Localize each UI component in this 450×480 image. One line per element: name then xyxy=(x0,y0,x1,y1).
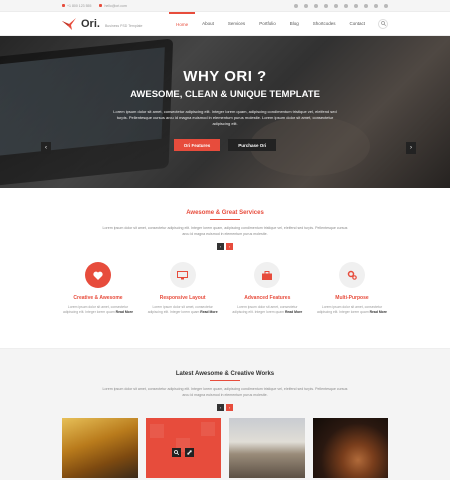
youtube-icon[interactable] xyxy=(374,3,378,8)
read-more-link[interactable]: Read More xyxy=(370,310,387,314)
email-address[interactable]: hello@ori.com xyxy=(104,4,126,8)
services-title: Awesome & Great Services xyxy=(186,210,264,216)
monitor-icon xyxy=(169,262,196,288)
feature-advanced: Advanced Features Lorem ipsum dolor sit … xyxy=(232,262,302,315)
hero-slider: WHY ORI ? AWESOME, CLEAN & UNIQUE TEMPLA… xyxy=(0,36,450,188)
mail-icon xyxy=(99,4,103,7)
feature-title: Multi-Purpose xyxy=(335,295,369,301)
services-text: Lorem ipsum dolor sit amet, consectetur … xyxy=(102,226,348,236)
feature-responsive: Responsive Layout Lorem ipsum dolor sit … xyxy=(148,262,218,315)
slider-prev-button[interactable]: ‹ xyxy=(41,142,51,154)
hero-content: WHY ORI ? AWESOME, CLEAN & UNIQUE TEMPLA… xyxy=(0,68,450,151)
feature-title: Advanced Features xyxy=(244,295,291,301)
logo[interactable]: Ori. Business PSD Template xyxy=(62,17,143,30)
works-pager: ‹ › xyxy=(0,404,450,411)
pattern-tile xyxy=(149,424,164,438)
read-more-link[interactable]: Read More xyxy=(116,310,133,314)
gears-icon xyxy=(338,262,365,288)
zoom-icon xyxy=(174,450,180,455)
brand-tagline: Business PSD Template xyxy=(104,23,143,28)
search-button[interactable] xyxy=(378,18,388,29)
rss-icon[interactable] xyxy=(384,3,388,8)
behance-icon[interactable] xyxy=(334,3,338,8)
portfolio-gallery xyxy=(0,418,450,478)
nav-home[interactable]: Home xyxy=(169,11,196,36)
ori-features-button[interactable]: Ori Features xyxy=(173,139,221,151)
portfolio-item-pier[interactable] xyxy=(229,418,305,478)
read-more-link[interactable]: Read More xyxy=(285,310,302,314)
works-section: Latest Awesome & Creative Works Lorem ip… xyxy=(0,348,450,480)
zoom-button[interactable] xyxy=(172,448,182,457)
contact-info: +1 800 123 555 hello@ori.com xyxy=(62,4,127,8)
main-header: Ori. Business PSD Template Home About Se… xyxy=(0,11,450,36)
origami-bird-icon xyxy=(62,17,76,30)
top-bar: +1 800 123 555 hello@ori.com xyxy=(0,0,450,12)
feature-text: Lorem ipsum dolor sit amet, consectetur … xyxy=(63,305,133,315)
works-text: Lorem ipsum dolor sit amet, consectetur … xyxy=(102,387,348,397)
services-section: Awesome & Great Services Lorem ipsum dol… xyxy=(0,188,450,348)
instagram-icon[interactable] xyxy=(364,3,368,8)
feature-text: Lorem ipsum dolor sit amet, consectetur … xyxy=(232,305,302,315)
email-item[interactable]: hello@ori.com xyxy=(99,4,127,8)
works-prev-button[interactable]: ‹ xyxy=(217,404,224,411)
works-next-button[interactable]: › xyxy=(226,404,233,411)
social-links xyxy=(294,3,388,8)
feature-creative: Creative & Awesome Lorem ipsum dolor sit… xyxy=(63,262,133,315)
service-features: Creative & Awesome Lorem ipsum dolor sit… xyxy=(0,262,450,315)
hero-text: Lorem ipsum dolor sit amet, consectetur … xyxy=(113,109,337,126)
services-prev-button[interactable]: ‹ xyxy=(217,243,224,250)
phone-icon xyxy=(62,4,65,7)
search-icon xyxy=(380,21,386,26)
hero-title: WHY ORI ? xyxy=(183,68,267,85)
twitter-icon[interactable] xyxy=(304,3,308,8)
nav-about[interactable]: About xyxy=(195,12,221,36)
facebook-icon[interactable] xyxy=(294,3,298,8)
portfolio-hover-actions xyxy=(172,448,195,457)
phone-item: +1 800 123 555 xyxy=(62,4,91,8)
read-more-link[interactable]: Read More xyxy=(200,310,217,314)
works-title-underline xyxy=(210,380,240,381)
link-icon xyxy=(187,450,193,455)
nav-portfolio[interactable]: Portfolio xyxy=(252,12,283,36)
portfolio-item-hovered[interactable] xyxy=(145,418,221,478)
services-title-underline xyxy=(210,219,240,220)
portfolio-item-eggs[interactable] xyxy=(312,418,388,478)
link-button[interactable] xyxy=(185,448,195,457)
pattern-tile xyxy=(200,422,215,436)
feature-title: Creative & Awesome xyxy=(73,295,123,301)
main-menu: Home About Services Portfolio Blog Short… xyxy=(169,11,388,36)
briefcase-icon xyxy=(254,262,281,288)
linkedin-icon[interactable] xyxy=(354,3,358,8)
pinterest-icon[interactable] xyxy=(344,3,348,8)
feature-multipurpose: Multi-Purpose Lorem ipsum dolor sit amet… xyxy=(317,262,387,315)
nav-services[interactable]: Services xyxy=(221,12,252,36)
feature-text: Lorem ipsum dolor sit amet, consectetur … xyxy=(317,305,387,315)
nav-contact[interactable]: Contact xyxy=(342,12,372,36)
hero-buttons: Ori Features Purchase Ori xyxy=(0,139,450,151)
nav-shortcodes[interactable]: Shortcodes xyxy=(306,12,343,36)
services-next-button[interactable]: › xyxy=(226,243,233,250)
feature-title: Responsive Layout xyxy=(159,295,206,301)
portfolio-item-leaves[interactable] xyxy=(62,418,138,478)
feature-text: Lorem ipsum dolor sit amet, consectetur … xyxy=(148,305,218,315)
slider-next-button[interactable]: › xyxy=(406,142,416,154)
google-plus-icon[interactable] xyxy=(314,3,318,8)
hero-subtitle: AWESOME, CLEAN & UNIQUE TEMPLATE xyxy=(130,89,320,100)
phone-number: +1 800 123 555 xyxy=(67,3,92,8)
heart-icon xyxy=(85,262,111,288)
purchase-ori-button[interactable]: Purchase Ori xyxy=(228,139,277,151)
brand-name: Ori. xyxy=(81,17,100,30)
nav-blog[interactable]: Blog xyxy=(283,12,306,36)
dribbble-icon[interactable] xyxy=(324,3,328,8)
works-title: Latest Awesome & Creative Works xyxy=(175,371,275,377)
services-pager: ‹ › xyxy=(0,243,450,250)
